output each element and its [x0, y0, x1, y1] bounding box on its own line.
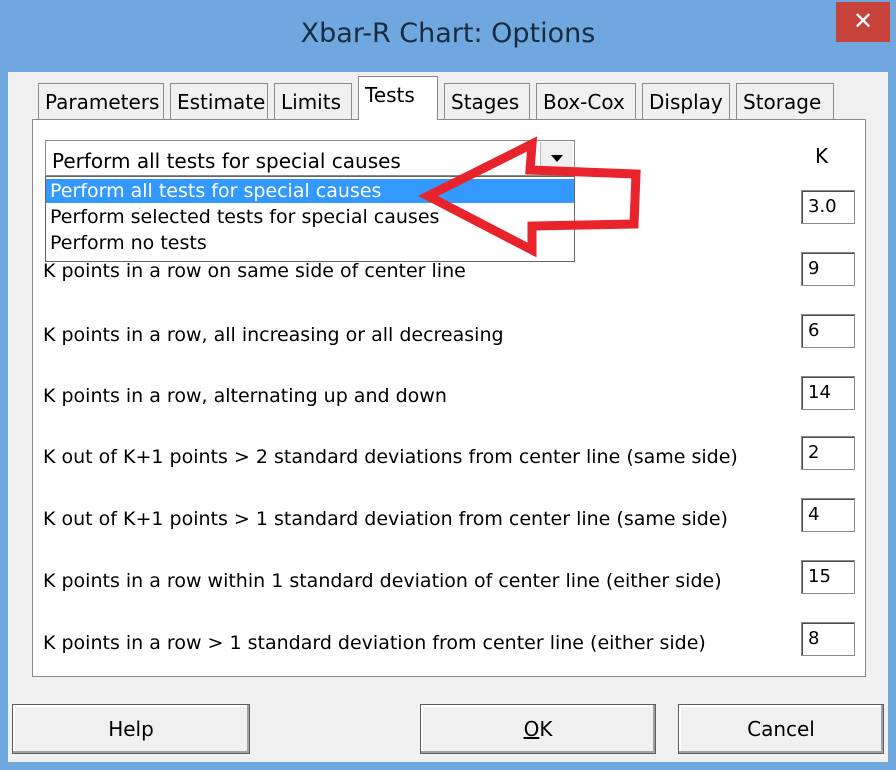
dialog-window: Xbar-R Chart: Options ✕ Parameters Estim… [0, 0, 896, 770]
arrow-shape [418, 136, 641, 258]
red-arrow-annotation [418, 136, 641, 258]
